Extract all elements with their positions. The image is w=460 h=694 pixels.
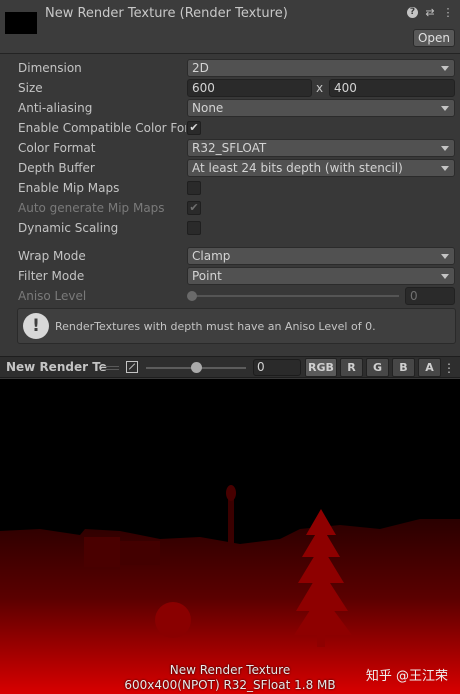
inspector-header: New Render Texture (Render Texture) ? ⇄ …: [0, 0, 460, 54]
channel-rgb-button[interactable]: RGB: [305, 358, 337, 377]
aniso-level-field: 0: [405, 287, 455, 305]
anti-aliasing-row: Anti-aliasing None: [0, 99, 460, 119]
texture-toggle-icon[interactable]: [126, 361, 138, 373]
texture-preview: New Render Texture 600x400(NPOT) R32_SFl…: [0, 379, 460, 694]
preset-icon[interactable]: ⇄: [424, 6, 436, 20]
watermark-text: 知乎 @王江荣: [365, 669, 448, 684]
color-format-value: R32_SFLOAT: [192, 141, 267, 155]
anti-aliasing-label: Anti-aliasing: [18, 101, 93, 115]
dynamic-scaling-row: Dynamic Scaling: [0, 219, 460, 239]
channel-b-button[interactable]: B: [392, 358, 415, 377]
auto-mips-row: Auto generate Mip Maps ✔: [0, 199, 460, 219]
depth-warning-helpbox: ! RenderTextures with depth must have an…: [17, 308, 456, 344]
asset-title: New Render Texture (Render Texture): [45, 6, 288, 21]
dimension-dropdown[interactable]: 2D: [187, 59, 455, 77]
size-height-field[interactable]: 400: [329, 79, 455, 97]
channel-g-button[interactable]: G: [366, 358, 389, 377]
channel-r-button[interactable]: R: [340, 358, 363, 377]
anti-aliasing-dropdown[interactable]: None: [187, 99, 455, 117]
size-label: Size: [18, 81, 43, 95]
wrap-mode-row: Wrap Mode Clamp: [0, 247, 460, 267]
dimension-value: 2D: [192, 61, 209, 75]
warning-icon: !: [23, 313, 49, 339]
aniso-level-label: Aniso Level: [18, 289, 87, 303]
preview-title: New Render Te: [6, 360, 107, 374]
auto-mips-checkbox: ✔: [187, 201, 201, 215]
color-format-row: Color Format R32_SFLOAT: [0, 139, 460, 159]
chevron-down-icon: [441, 146, 449, 151]
warning-text: RenderTextures with depth must have an A…: [55, 320, 376, 333]
mip-slider-knob[interactable]: [191, 362, 202, 373]
aniso-level-row: Aniso Level 0: [0, 287, 460, 307]
size-separator: x: [316, 81, 324, 95]
chevron-down-icon: [441, 274, 449, 279]
aniso-slider-track: [191, 295, 399, 297]
color-format-dropdown[interactable]: R32_SFLOAT: [187, 139, 455, 157]
depth-buffer-row: Depth Buffer At least 24 bits depth (wit…: [0, 159, 460, 179]
chevron-down-icon: [441, 66, 449, 71]
mip-maps-row: Enable Mip Maps: [0, 179, 460, 199]
compatible-format-checkbox[interactable]: ✔: [187, 121, 201, 135]
texture-thumbnail: [5, 12, 37, 34]
menu-icon[interactable]: ⋮: [442, 6, 454, 20]
size-row: Size 600 x 400: [0, 79, 460, 99]
preview-image: [0, 379, 460, 694]
aniso-slider-knob: [187, 291, 197, 301]
depth-buffer-dropdown[interactable]: At least 24 bits depth (with stencil): [187, 159, 455, 177]
mip-maps-label: Enable Mip Maps: [18, 181, 120, 195]
chevron-down-icon: [441, 166, 449, 171]
auto-mips-label: Auto generate Mip Maps: [18, 201, 165, 215]
channel-a-button[interactable]: A: [418, 358, 441, 377]
wrap-mode-dropdown[interactable]: Clamp: [187, 247, 455, 265]
preview-toolbar: New Render Te 0 RGB R G B A ⋮: [0, 356, 460, 378]
mip-level-field[interactable]: 0: [253, 359, 301, 376]
color-format-label: Color Format: [18, 141, 96, 155]
drag-handle-icon[interactable]: [101, 366, 119, 370]
compatible-format-row: Enable Compatible Color Format ✔: [0, 119, 460, 139]
wrap-mode-value: Clamp: [192, 249, 231, 263]
dynamic-scaling-checkbox[interactable]: [187, 221, 201, 235]
mip-maps-checkbox[interactable]: [187, 181, 201, 195]
open-button[interactable]: Open: [413, 29, 455, 47]
filter-mode-label: Filter Mode: [18, 269, 85, 283]
depth-buffer-label: Depth Buffer: [18, 161, 95, 175]
dynamic-scaling-label: Dynamic Scaling: [18, 221, 119, 235]
chevron-down-icon: [441, 106, 449, 111]
dimension-label: Dimension: [18, 61, 82, 75]
chevron-down-icon: [441, 254, 449, 259]
compatible-format-label: Enable Compatible Color Format: [18, 121, 186, 135]
size-width-field[interactable]: 600: [187, 79, 312, 97]
preview-menu-icon[interactable]: ⋮: [443, 361, 455, 375]
filter-mode-dropdown[interactable]: Point: [187, 267, 455, 285]
anti-aliasing-value: None: [192, 101, 224, 115]
dimension-row: Dimension 2D: [0, 59, 460, 79]
depth-buffer-value: At least 24 bits depth (with stencil): [192, 161, 403, 175]
filter-mode-value: Point: [192, 269, 222, 283]
header-icons: ? ⇄ ⋮: [407, 6, 454, 20]
filter-mode-row: Filter Mode Point: [0, 267, 460, 287]
help-icon[interactable]: ?: [407, 7, 418, 18]
wrap-mode-label: Wrap Mode: [18, 249, 86, 263]
